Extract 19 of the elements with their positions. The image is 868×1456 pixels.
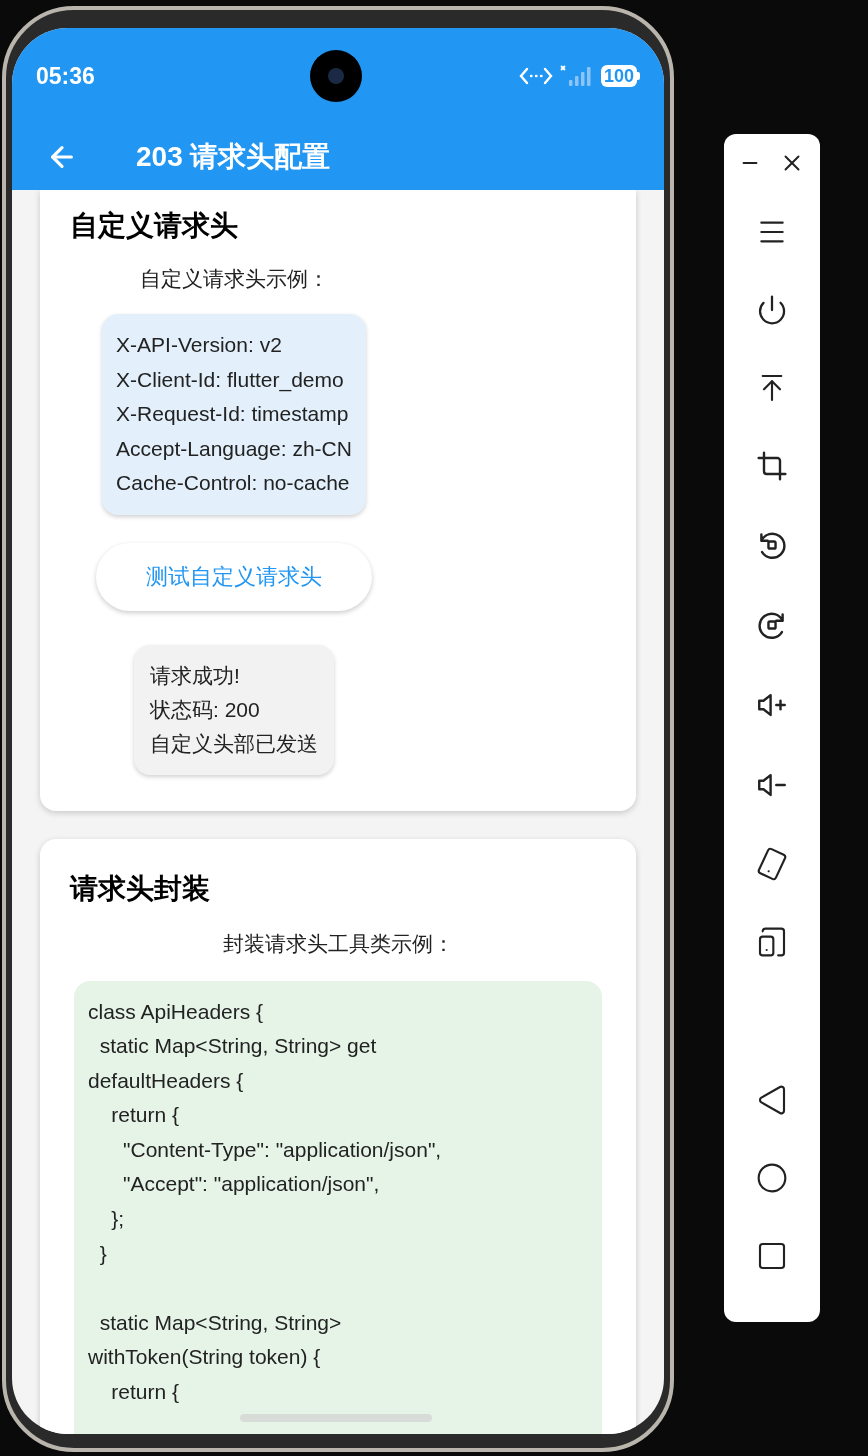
home-nav-icon[interactable]: [756, 1162, 788, 1194]
power-icon[interactable]: [756, 294, 788, 326]
data-transfer-icon: [518, 66, 553, 86]
test-button[interactable]: 测试自定义请求头: [96, 542, 372, 611]
battery-indicator: 100: [600, 65, 637, 87]
headers-example: X-API-Version: v2 X-Client-Id: flutter_demo X-Request-Id: timestamp Accept-Language: zh-CN Cache-Control: no-cache: [102, 314, 366, 515]
camera-hole: [310, 50, 362, 102]
crop-icon[interactable]: [756, 450, 788, 482]
page-title: 203 请求头配置: [136, 140, 331, 174]
caption: 自定义请求头示例：: [139, 266, 329, 292]
section-title: 自定义请求头: [70, 209, 239, 243]
tablet-phone-icon[interactable]: [756, 926, 788, 958]
status-time: 05:36: [36, 61, 95, 91]
caption: 封装请求头工具类示例：: [222, 930, 454, 957]
back-nav-icon[interactable]: [756, 1084, 788, 1116]
result-message: 请求成功! 状态码: 200 自定义头部已发送: [134, 644, 334, 775]
code-block: class ApiHeaders { static Map<String, String> get defaultHeaders { return { "Content-Type": "application/json", "Accept": "application/json", }; } static Map<String, String> withToken(String token) { return {: [74, 980, 602, 1434]
section-title: 请求头封装: [70, 871, 211, 906]
recents-nav-icon[interactable]: [756, 1240, 788, 1272]
